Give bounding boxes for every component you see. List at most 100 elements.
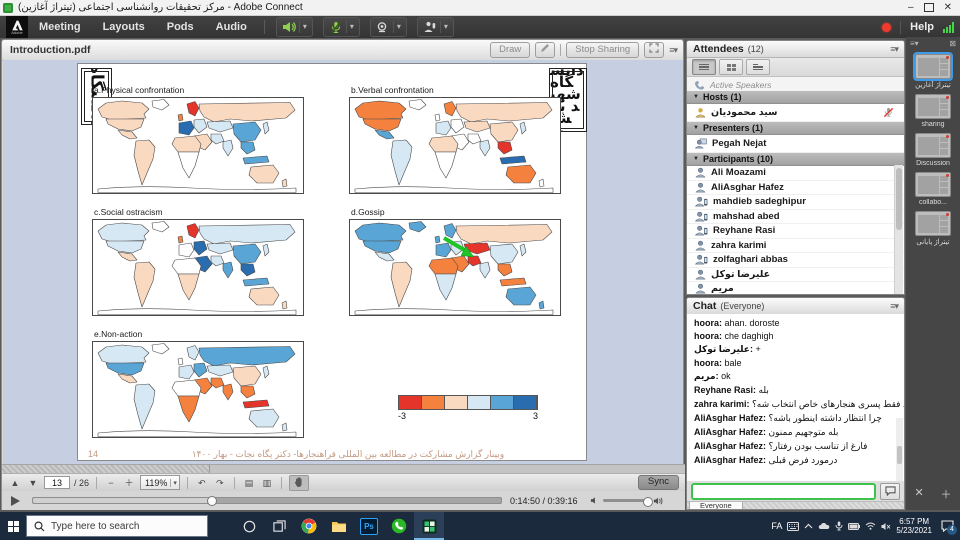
menu-meeting[interactable]: Meeting xyxy=(28,16,92,38)
touch-keyboard-icon[interactable] xyxy=(787,522,799,531)
start-button[interactable] xyxy=(0,512,26,540)
tray-overflow-chevron-icon[interactable] xyxy=(804,523,813,530)
chat-input[interactable] xyxy=(691,483,876,500)
chat-scrollbar-thumb[interactable] xyxy=(897,446,902,464)
attendee-grid-view-button[interactable] xyxy=(719,59,743,75)
layout-thumbnail-1[interactable] xyxy=(915,54,951,79)
single-page-view-button[interactable]: ▤ xyxy=(242,476,256,490)
close-button[interactable]: ✕ xyxy=(944,3,952,13)
menu-audio[interactable]: Audio xyxy=(205,16,258,38)
cortana-button[interactable] xyxy=(234,512,264,540)
attendees-scrollbar-thumb[interactable] xyxy=(896,168,902,230)
speaker-caret[interactable]: ▾ xyxy=(299,21,310,33)
horizontal-scrollbar-thumb[interactable] xyxy=(2,465,210,473)
adobe-connect-taskbar-icon[interactable] xyxy=(414,512,444,540)
fullscreen-button[interactable] xyxy=(644,42,664,58)
attendee-row[interactable]: Ali Moazami xyxy=(687,166,904,181)
chat-message-sender: مریم: xyxy=(694,371,721,381)
chrome-taskbar-icon[interactable] xyxy=(294,512,324,540)
volume-slider[interactable] xyxy=(603,499,649,502)
attendee-list-view-button[interactable] xyxy=(692,59,716,75)
attendees-scrollbar[interactable] xyxy=(894,165,903,294)
attendee-group-header-3[interactable]: ▼Participants (10) xyxy=(687,153,904,166)
attendee-row[interactable]: mahdieb sadeghipur xyxy=(687,195,904,210)
stop-sharing-button[interactable]: Stop Sharing xyxy=(566,42,639,58)
speaker-button[interactable]: ▾ xyxy=(276,17,313,37)
attendee-group-header-1[interactable]: ▼Hosts (1) xyxy=(687,91,904,104)
delete-layout-button[interactable]: ✕ xyxy=(914,486,923,502)
page-number-input[interactable] xyxy=(44,476,70,489)
add-layout-button[interactable]: ＋ xyxy=(941,486,952,502)
minimize-button[interactable]: – xyxy=(908,3,914,13)
playback-progress-knob[interactable] xyxy=(207,496,217,506)
taskbar-search[interactable]: Type here to search xyxy=(26,515,208,537)
next-page-button[interactable]: ▼ xyxy=(26,476,40,490)
status-caret[interactable]: ▾ xyxy=(440,21,451,33)
layouts-panel-menu-button[interactable]: ≡▾ xyxy=(910,39,919,48)
maximize-button[interactable] xyxy=(924,3,934,12)
taskbar-clock[interactable]: 6:57 PM 5/23/2021 xyxy=(896,517,932,535)
microphone-button[interactable]: ▾ xyxy=(323,17,360,37)
attendee-row[interactable]: mahshad abed xyxy=(687,210,904,225)
status-button[interactable]: ▾ xyxy=(417,17,454,37)
battery-icon[interactable] xyxy=(848,523,860,530)
legend-swatch-3 xyxy=(445,396,468,409)
zoom-out-button[interactable]: − xyxy=(104,476,118,490)
pen-tool-button[interactable] xyxy=(535,42,555,58)
file-explorer-taskbar-icon[interactable] xyxy=(324,512,354,540)
layout-thumbnail-5[interactable] xyxy=(915,211,951,236)
sync-button[interactable]: Sync xyxy=(638,475,679,490)
zoom-in-button[interactable]: ＋ xyxy=(122,476,136,490)
microphone-caret[interactable]: ▾ xyxy=(346,21,357,33)
draw-button[interactable]: Draw xyxy=(490,42,530,58)
chat-pod-menu-button[interactable]: ≡▾ xyxy=(890,301,898,312)
attendee-row[interactable]: zahra karimi xyxy=(687,239,904,254)
layouts-panel-close-icon[interactable]: ⊠ xyxy=(949,39,956,48)
play-button[interactable] xyxy=(11,496,20,506)
chat-tab-everyone[interactable]: Everyone xyxy=(689,502,743,510)
attendee-row[interactable]: سید محمودیان xyxy=(687,104,904,122)
task-view-button[interactable] xyxy=(264,512,294,540)
wifi-icon[interactable] xyxy=(865,522,876,530)
webcam-caret[interactable]: ▾ xyxy=(393,21,404,33)
attendee-row[interactable]: zolfaghari abbas xyxy=(687,253,904,268)
zoom-level-select[interactable]: 119% ▾ xyxy=(140,475,180,490)
whatsapp-taskbar-icon[interactable] xyxy=(384,512,414,540)
attendees-pod-menu-button[interactable]: ≡▾ xyxy=(890,44,898,55)
attendee-row[interactable]: Reyhane Rasi xyxy=(687,224,904,239)
onedrive-cloud-icon[interactable] xyxy=(818,522,830,530)
layout-thumbnail-2[interactable] xyxy=(915,94,951,119)
attendee-row[interactable]: مریم xyxy=(687,282,904,294)
attendee-row[interactable]: AliAsghar Hafez xyxy=(687,181,904,196)
attendee-row[interactable]: علیرضا توکل xyxy=(687,268,904,283)
language-indicator[interactable]: FA xyxy=(771,521,782,531)
volume-knob[interactable] xyxy=(643,497,653,507)
hand-tool-button[interactable] xyxy=(289,475,309,491)
mute-icon[interactable] xyxy=(590,496,599,505)
previous-page-button[interactable]: ▲ xyxy=(8,476,22,490)
action-center-button[interactable]: 4 xyxy=(937,516,957,536)
attendee-name: علیرضا توکل xyxy=(711,269,770,280)
photoshop-taskbar-icon[interactable]: Ps xyxy=(354,512,384,540)
menu-pods[interactable]: Pods xyxy=(156,16,205,38)
rotate-right-button[interactable]: ↷ xyxy=(213,476,227,490)
attendee-status-view-button[interactable] xyxy=(746,59,770,75)
menu-layouts[interactable]: Layouts xyxy=(92,16,156,38)
continuous-view-button[interactable]: ▥ xyxy=(260,476,274,490)
attendee-group-header-2[interactable]: ▼Presenters (1) xyxy=(687,122,904,135)
microphone-tray-icon[interactable] xyxy=(835,521,843,531)
playback-progress-slider[interactable] xyxy=(32,497,502,504)
attendee-row[interactable]: Pegah Nejat xyxy=(687,135,904,153)
chat-send-button[interactable] xyxy=(880,483,900,500)
volume-muted-icon[interactable] xyxy=(881,522,891,531)
rotate-left-button[interactable]: ↶ xyxy=(195,476,209,490)
layout-thumbnail-3[interactable] xyxy=(915,133,951,158)
speaker-volume-icon[interactable] xyxy=(653,496,664,506)
layout-thumbnail-4[interactable] xyxy=(915,172,951,197)
webcam-button[interactable]: ▾ xyxy=(370,17,407,37)
chat-pod: Chat (Everyone) ≡▾ hoora: ahan. dorosteh… xyxy=(686,297,905,510)
chat-scrollbar[interactable] xyxy=(896,418,903,481)
chat-message-text: بله متوجهیم ممنون xyxy=(769,427,839,437)
help-menu[interactable]: Help xyxy=(910,21,934,33)
share-pod-menu-button[interactable]: ≡▾ xyxy=(669,45,677,56)
